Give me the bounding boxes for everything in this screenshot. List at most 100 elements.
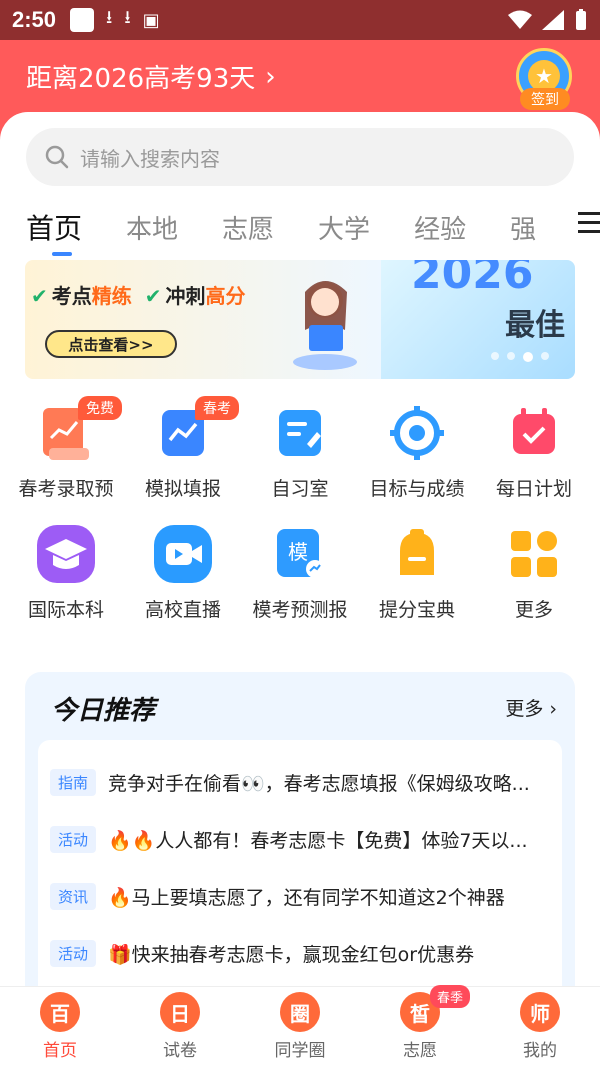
nav-label: 志愿 [403,1041,437,1061]
carousel-dot-active [523,352,533,362]
banner-text: 考点 [51,284,92,308]
main-content: 请输入搜索内容 首页 本地 志愿 大学 经验 强 ✔ 考点精练 ✔ 冲刺高分 点击查… [0,112,600,986]
profile-icon: 师 [520,992,560,1032]
chevron-right-icon: › [549,698,557,720]
mock-exam-icon: 模 [277,529,324,578]
feature-label: 提分宝典 [378,599,455,621]
banner-text: 冲刺 [165,284,206,308]
feature-score-boost[interactable]: 提分宝典 [363,523,471,622]
more-link[interactable]: 更多 › [505,694,557,721]
checkin-button[interactable]: ★ 签到 [516,48,574,112]
notification-app-icon [70,8,95,32]
calendar-check-icon [513,408,555,454]
more-label: 更多 [505,698,544,720]
promo-carousel[interactable]: ✔ 考点精练 ✔ 冲刺高分 点击查看>> 2026 最佳 [25,260,575,379]
papers-icon: 日 [160,992,200,1032]
tab-home[interactable]: 首页 [26,207,82,247]
today-recommendations: 今日推荐 更多 › 指南 竞争对手在偷看👀，春考志愿填报《保姆级攻略... 活动… [25,672,575,986]
active-tab-indicator [52,252,72,256]
feature-row: 免费 春考录取预 春考 模拟填报 自习室 目标与成绩 每日计划 [0,396,600,501]
spring-badge: 春季 [430,985,471,1008]
status-time: 2:50 [12,7,57,32]
feature-label: 春考录取预 [18,478,114,500]
app-notification-icon: ▣ [142,9,160,31]
nav-label: 同学圈 [274,1041,326,1061]
search-icon [45,145,69,169]
spring-exam-badge: 春考 [195,396,239,420]
feature-daily-plan[interactable]: 每日计划 [480,402,588,501]
item-title: 🔥马上要填志愿了，还有同学不知道这2个神器 [108,887,505,909]
exam-countdown[interactable]: 距离2026高考93天 › [26,58,276,95]
backpack-icon [400,529,434,575]
nav-volunteer[interactable]: 皙 春季 志愿 [360,985,480,1066]
feature-goals-scores[interactable]: 目标与成绩 [363,402,471,501]
menu-icon[interactable] [572,212,600,234]
promo-banner-1[interactable]: ✔ 考点精练 ✔ 冲刺高分 点击查看>> [25,260,381,379]
battery-icon [576,9,586,30]
tab-volunteer[interactable]: 志愿 [222,209,274,246]
view-now-button[interactable]: 点击查看>> [45,330,177,358]
feature-label: 自习室 [271,478,329,500]
list-item[interactable]: 活动 🔥🔥人人都有！春考志愿卡【免费】体验7天以... [50,811,550,868]
home-icon: 百 [40,992,80,1032]
carousel-dots [491,352,549,362]
recommendation-list: 指南 竞争对手在偷看👀，春考志愿填报《保姆级攻略... 活动 🔥🔥人人都有！春考… [38,740,562,986]
feature-label: 模拟填报 [144,478,221,500]
notebook-pen-icon [279,410,321,456]
list-item[interactable]: 指南 竞争对手在偷看👀，春考志愿填报《保姆级攻略... [50,754,550,811]
banner-title: 最佳 [505,308,565,343]
feature-spring-admission[interactable]: 免费 春考录取预 [12,396,122,501]
feature-label: 国际本科 [27,599,104,621]
tab-experience[interactable]: 经验 [414,209,466,246]
feature-row: 国际本科 高校直播 模 模考预测报 提分宝典 更多 [0,523,600,622]
feature-international-undergrad[interactable]: 国际本科 [12,523,120,622]
feature-study-room[interactable]: 自习室 [246,402,354,501]
item-title: 🎁快来抽春考志愿卡，赢现金红包or优惠券 [108,944,475,966]
carousel-dot [507,352,515,360]
classmates-icon: 圈 [280,992,320,1032]
nav-classmates[interactable]: 圈 同学圈 [240,987,360,1066]
nav-profile[interactable]: 师 我的 [480,987,600,1066]
promo-banner-2[interactable]: 2026 最佳 [381,260,575,379]
chevron-right-icon: › [265,61,276,92]
item-title: 竞争对手在偷看👀，春考志愿填报《保姆级攻略... [108,773,530,795]
signal-icon [542,10,564,30]
search-bar[interactable]: 请输入搜索内容 [26,128,574,186]
category-tag: 活动 [50,826,97,853]
tab-local[interactable]: 本地 [126,209,178,246]
category-tabs: 首页 本地 志愿 大学 经验 强 [26,202,600,252]
tab-more-partial[interactable]: 强 [510,209,536,246]
nav-papers[interactable]: 日 试卷 [120,987,240,1066]
target-icon [390,406,444,460]
nav-home[interactable]: 百 首页 [0,987,120,1066]
student-reading-illustration [293,281,357,370]
wifi-icon [508,10,532,29]
bottom-navigation: 百 首页 日 试卷 圈 同学圈 皙 春季 志愿 师 我的 [0,985,600,1066]
feature-mock-exam-prediction[interactable]: 模 模考预测报 [246,523,354,622]
carousel-dot [541,352,549,360]
list-item[interactable]: 资讯 🔥马上要填志愿了，还有同学不知道这2个神器 [50,868,550,925]
feature-label: 每日计划 [495,478,572,500]
category-tag: 资讯 [50,883,97,910]
countdown-text: 距离2026高考93天 [26,64,256,94]
grid-apps-icon [511,531,557,577]
feature-label: 更多 [514,599,553,621]
nav-label: 我的 [523,1041,557,1061]
feature-grid: 免费 春考录取预 春考 模拟填报 自习室 目标与成绩 每日计划 国际本科 高校直… [0,396,600,644]
video-camera-icon [154,525,212,583]
graduation-cap-icon [37,525,95,583]
category-tag: 指南 [50,769,97,796]
check-icon: ✔ [144,284,162,308]
feature-college-live[interactable]: 高校直播 [129,523,237,622]
feature-label: 高校直播 [144,599,221,621]
feature-more[interactable]: 更多 [480,523,588,622]
check-icon: ✔ [31,284,48,308]
carousel-dot [491,352,499,360]
feature-mock-application[interactable]: 春考 模拟填报 [129,396,239,501]
tab-university[interactable]: 大学 [318,209,370,246]
download-icon: ⭳ [106,7,113,28]
svg-text:模: 模 [288,540,308,564]
nav-label: 首页 [43,1041,77,1061]
list-item[interactable]: 活动 🎁快来抽春考志愿卡，赢现金红包or优惠券 [50,925,550,982]
item-title: 🔥🔥人人都有！春考志愿卡【免费】体验7天以... [108,830,528,852]
